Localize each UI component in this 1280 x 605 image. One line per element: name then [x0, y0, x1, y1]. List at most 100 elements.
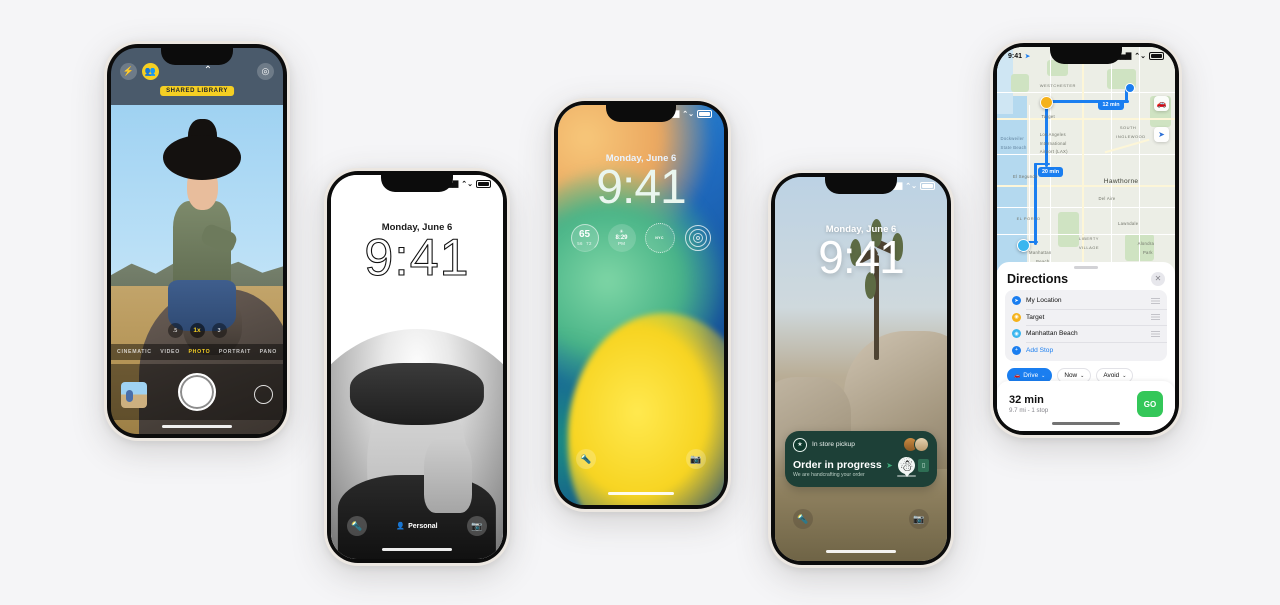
directions-sheet: Directions ✕ ➤ My Location ◉ Target ◉ Ma… [997, 262, 1175, 431]
flashlight-icon[interactable]: 🔦 [576, 449, 596, 469]
activity-rings-widget[interactable] [684, 224, 712, 252]
zoom-option-2[interactable]: 3 [211, 323, 227, 338]
starbucks-logo-icon: ★ [793, 437, 807, 452]
add-stop-row[interactable]: + Add Stop [1005, 342, 1167, 358]
camera-mode-portrait[interactable]: PORTRAIT [219, 349, 251, 355]
weather-widget[interactable]: 65 56 72 [570, 224, 599, 252]
camera-icon[interactable]: 📷 [686, 449, 706, 469]
route-detail: 9.7 mi - 1 stop [1009, 407, 1049, 415]
phone-screen: ▁▃▅▇ ⌃⌄ Monday, June 6 9:41 🔦 👤 Personal [331, 175, 503, 559]
camera-icon[interactable]: 📷 [909, 509, 929, 529]
phone-screen: ▁▃▅▇ ⌃⌄ Monday, June 6 9:41 ★ In store p… [775, 177, 947, 561]
map-park-4 [1057, 211, 1079, 248]
sunset-widget[interactable]: ☀ 8:29 PM [607, 224, 636, 252]
map-label-del-aire: Del Aire [1098, 196, 1116, 202]
battery-icon [476, 180, 491, 188]
reorder-handle-icon[interactable] [1151, 330, 1160, 337]
map-pin-manhattan-beach[interactable] [1016, 238, 1030, 252]
map-road-h4 [997, 207, 1175, 209]
home-indicator[interactable] [382, 548, 452, 551]
lock-widget-row: 65 56 72 ☀ 8:29 PM NYC [558, 223, 724, 253]
phone-maps: 12 min 20 min WESTCHESTER Target SOUTH I… [990, 40, 1182, 438]
stop-row-manhattan-beach[interactable]: ◉ Manhattan Beach [1005, 326, 1167, 342]
battery-icon [920, 182, 935, 190]
camera-mode-pano[interactable]: PANO [260, 349, 277, 355]
focus-status[interactable]: 👤 Personal [396, 522, 438, 531]
order-end-icon: ▯ [918, 459, 929, 472]
flash-icon[interactable]: ⚡ [120, 62, 137, 80]
home-indicator[interactable] [608, 492, 674, 495]
reorder-handle-icon[interactable] [1151, 297, 1160, 304]
stop-label: Manhattan Beach [1026, 330, 1078, 338]
stop-label: Target [1026, 313, 1045, 321]
phone-screen: 12 min 20 min WESTCHESTER Target SOUTH I… [997, 47, 1175, 431]
shared-library-icon[interactable]: 👥 [142, 62, 159, 80]
camera-mode-video[interactable]: VIDEO [160, 349, 180, 355]
camera-icon[interactable]: 📷 [466, 516, 487, 536]
status-left: 9:41 ➤ [1008, 53, 1030, 60]
zoom-option-1[interactable]: 1x [189, 323, 205, 338]
flashlight-icon[interactable]: 🔦 [793, 509, 813, 529]
map-park-6 [1011, 73, 1030, 92]
go-button[interactable]: GO [1137, 391, 1163, 417]
phone-screen: ▁▃▅▇ ⌃⌄ Monday, June 6 9:41 65 56 72 [558, 105, 724, 505]
lock-time: 9:41 [818, 231, 905, 283]
stop-label: My Location [1026, 297, 1062, 305]
phone-lock-live-activity: ▁▃▅▇ ⌃⌄ Monday, June 6 9:41 ★ In store p… [768, 170, 954, 568]
focus-label: Personal [408, 522, 438, 530]
page-title: Directions [1007, 271, 1069, 286]
map-label-alondra: Alondra [1137, 240, 1155, 246]
live-activity-card[interactable]: ★ In store pickup Order in progress We a… [785, 431, 937, 487]
battery-icon [1149, 52, 1164, 60]
map-label-inglewood: INGLEWOOD [1116, 133, 1146, 139]
order-items [903, 437, 929, 452]
photo-thumbnail[interactable] [121, 382, 147, 408]
stop-marker-icon: ◉ [1012, 329, 1021, 339]
lock-time: 9:41 [364, 229, 470, 287]
ring-core [695, 236, 700, 240]
live-activity-brand: ★ In store pickup [793, 437, 855, 452]
map-canvas[interactable]: 12 min 20 min WESTCHESTER Target SOUTH I… [997, 47, 1175, 270]
camera-mode-photo[interactable]: PHOTO [188, 349, 210, 355]
map-label-hawthorne: Hawthorne [1103, 178, 1139, 186]
shutter-button[interactable] [178, 373, 216, 411]
car-icon: 🚗 [1014, 372, 1021, 379]
map-label-lawndale: Lawndale [1118, 220, 1139, 226]
map-label-south: SOUTH [1119, 124, 1137, 130]
notch [606, 105, 676, 122]
map-label-los-angeles: Los Angeles [1039, 131, 1066, 137]
chip-label: Now [1064, 372, 1078, 380]
reorder-handle-icon[interactable] [1151, 314, 1160, 321]
chip-label: Avoid [1103, 372, 1120, 380]
scene: ⚡ 👥 ⌃ ◎ SHARED LIBRARY .5 1x 3 CINEMATIC… [0, 0, 1280, 605]
flip-camera-icon[interactable] [254, 385, 273, 404]
sunset-meridiem: PM [618, 240, 625, 246]
live-activity-header: ★ In store pickup [785, 431, 937, 455]
zoom-option-0[interactable]: .5 [167, 323, 183, 338]
camera-mode-cinematic[interactable]: CINEMATIC [117, 349, 152, 355]
world-clock-widget[interactable]: NYC [644, 223, 675, 253]
locate-icon[interactable]: ➤ [1154, 127, 1169, 143]
stop-row-my-location[interactable]: ➤ My Location [1005, 293, 1167, 309]
home-indicator[interactable] [826, 550, 896, 553]
chevron-up-icon[interactable]: ⌃ [204, 66, 212, 76]
location-arrow-icon: ➤ [1025, 53, 1031, 60]
lock-time: 9:41 [596, 161, 686, 214]
camera-mode-bar[interactable]: CINEMATIC VIDEO PHOTO PORTRAIT PANO [111, 344, 283, 360]
home-indicator[interactable] [1052, 422, 1120, 425]
zoom-selector[interactable]: .5 1x 3 [111, 323, 283, 338]
close-icon[interactable]: ✕ [1151, 271, 1165, 286]
stop-row-target[interactable]: ◉ Target [1005, 309, 1167, 325]
home-indicator[interactable] [162, 425, 232, 428]
map-label-airport-lax: Airport (LAX) [1039, 149, 1068, 155]
flashlight-icon[interactable]: 🔦 [347, 516, 367, 536]
live-activity-text: Order in progress We are handcrafting yo… [793, 459, 882, 478]
notch [1050, 47, 1122, 64]
stop-marker-icon: ◉ [1012, 312, 1021, 322]
car-icon[interactable]: 🚗 [1154, 95, 1169, 111]
add-icon: + [1012, 345, 1021, 355]
map-pin-target[interactable] [1039, 95, 1053, 109]
live-photo-icon[interactable]: ◎ [256, 62, 274, 80]
map-road-h1 [997, 118, 1175, 120]
route-stops-card: ➤ My Location ◉ Target ◉ Manhattan Beach [1005, 289, 1167, 362]
